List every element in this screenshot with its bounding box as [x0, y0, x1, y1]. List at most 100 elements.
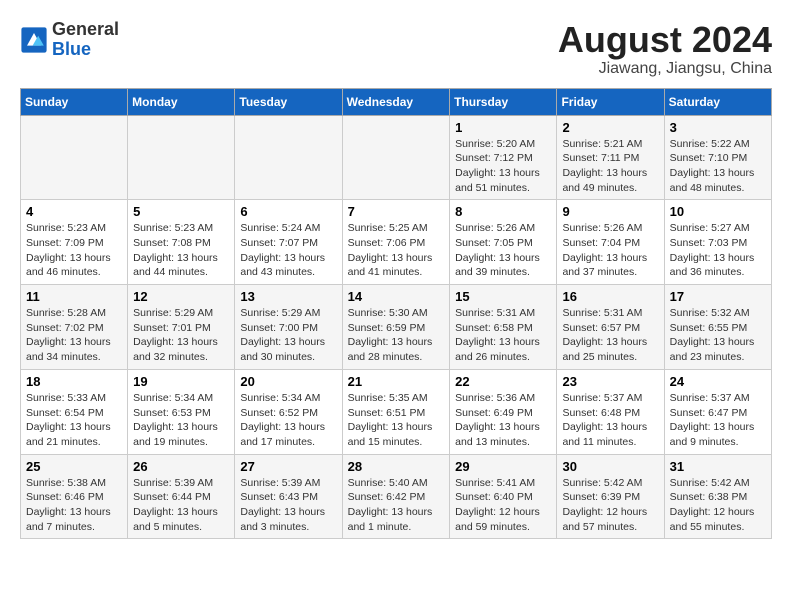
day-info: Sunrise: 5:26 AM Sunset: 7:05 PM Dayligh…: [455, 221, 551, 280]
day-info: Sunrise: 5:36 AM Sunset: 6:49 PM Dayligh…: [455, 391, 551, 450]
day-number: 26: [133, 459, 229, 474]
day-info: Sunrise: 5:31 AM Sunset: 6:57 PM Dayligh…: [562, 306, 658, 365]
calendar-week-row: 4 Sunrise: 5:23 AM Sunset: 7:09 PM Daylig…: [21, 200, 772, 285]
day-info: Sunrise: 5:27 AM Sunset: 7:03 PM Dayligh…: [670, 221, 766, 280]
location: Jiawang, Jiangsu, China: [558, 60, 772, 78]
calendar-cell: 9Sunrise: 5:26 AM Sunset: 7:04 PM Daylig…: [557, 200, 664, 285]
day-info: Sunrise: 5:29 AM Sunset: 7:00 PM Dayligh…: [240, 306, 336, 365]
day-number: 8: [455, 204, 551, 219]
day-number: 4: [26, 204, 122, 219]
calendar-cell: 29 Sunrise: 5:41 AM Sunset: 6:40 PM Dayli…: [450, 454, 557, 539]
day-info: Sunrise: 5:40 AM Sunset: 6:42 PM Dayligh…: [348, 476, 445, 535]
calendar-cell: 26 Sunrise: 5:39 AM Sunset: 6:44 PM Dayli…: [128, 454, 235, 539]
day-number: 3: [670, 120, 766, 135]
weekday-header: Friday: [557, 88, 664, 115]
weekday-header-row: SundayMondayTuesdayWednesdayThursdayFrid…: [21, 88, 772, 115]
calendar-cell: 6Sunrise: 5:24 AM Sunset: 7:07 PM Daylig…: [235, 200, 342, 285]
day-number: 11: [26, 289, 122, 304]
calendar-cell: 16 Sunrise: 5:31 AM Sunset: 6:57 PM Dayli…: [557, 285, 664, 370]
calendar-cell: 19 Sunrise: 5:34 AM Sunset: 6:53 PM Dayli…: [128, 369, 235, 454]
day-info: Sunrise: 5:41 AM Sunset: 6:40 PM Dayligh…: [455, 476, 551, 535]
day-info: Sunrise: 5:39 AM Sunset: 6:43 PM Dayligh…: [240, 476, 336, 535]
day-number: 14: [348, 289, 445, 304]
month-year: August 2024: [558, 20, 772, 60]
day-info: Sunrise: 5:38 AM Sunset: 6:46 PM Dayligh…: [26, 476, 122, 535]
calendar-week-row: 18Sunrise: 5:33 AM Sunset: 6:54 PM Dayli…: [21, 369, 772, 454]
day-number: 22: [455, 374, 551, 389]
calendar-cell: 5 Sunrise: 5:23 AM Sunset: 7:08 PM Daylig…: [128, 200, 235, 285]
calendar-week-row: 11Sunrise: 5:28 AM Sunset: 7:02 PM Dayli…: [21, 285, 772, 370]
day-info: Sunrise: 5:35 AM Sunset: 6:51 PM Dayligh…: [348, 391, 445, 450]
logo-blue: Blue: [52, 40, 119, 60]
day-number: 10: [670, 204, 766, 219]
day-info: Sunrise: 5:39 AM Sunset: 6:44 PM Dayligh…: [133, 476, 229, 535]
calendar-cell: 30 Sunrise: 5:42 AM Sunset: 6:39 PM Dayli…: [557, 454, 664, 539]
day-info: Sunrise: 5:24 AM Sunset: 7:07 PM Dayligh…: [240, 221, 336, 280]
calendar-cell: [235, 115, 342, 200]
day-info: Sunrise: 5:21 AM Sunset: 7:11 PM Dayligh…: [562, 137, 658, 196]
calendar-cell: 8 Sunrise: 5:26 AM Sunset: 7:05 PM Daylig…: [450, 200, 557, 285]
calendar-cell: [128, 115, 235, 200]
page-header: General Blue August 2024 Jiawang, Jiangs…: [20, 20, 772, 78]
calendar-cell: 10 Sunrise: 5:27 AM Sunset: 7:03 PM Dayli…: [664, 200, 771, 285]
calendar-cell: 2Sunrise: 5:21 AM Sunset: 7:11 PM Daylig…: [557, 115, 664, 200]
calendar-cell: 20 Sunrise: 5:34 AM Sunset: 6:52 PM Dayli…: [235, 369, 342, 454]
weekday-header: Wednesday: [342, 88, 450, 115]
day-number: 7: [348, 204, 445, 219]
day-number: 20: [240, 374, 336, 389]
day-info: Sunrise: 5:42 AM Sunset: 6:38 PM Dayligh…: [670, 476, 766, 535]
day-number: 19: [133, 374, 229, 389]
day-number: 15: [455, 289, 551, 304]
day-number: 5: [133, 204, 229, 219]
calendar-cell: 7 Sunrise: 5:25 AM Sunset: 7:06 PM Daylig…: [342, 200, 450, 285]
day-info: Sunrise: 5:37 AM Sunset: 6:48 PM Dayligh…: [562, 391, 658, 450]
day-number: 9: [562, 204, 658, 219]
logo-text: General Blue: [52, 20, 119, 60]
day-info: Sunrise: 5:30 AM Sunset: 6:59 PM Dayligh…: [348, 306, 445, 365]
day-info: Sunrise: 5:31 AM Sunset: 6:58 PM Dayligh…: [455, 306, 551, 365]
day-number: 24: [670, 374, 766, 389]
day-number: 29: [455, 459, 551, 474]
day-info: Sunrise: 5:34 AM Sunset: 6:53 PM Dayligh…: [133, 391, 229, 450]
day-number: 30: [562, 459, 658, 474]
day-info: Sunrise: 5:42 AM Sunset: 6:39 PM Dayligh…: [562, 476, 658, 535]
day-info: Sunrise: 5:23 AM Sunset: 7:09 PM Dayligh…: [26, 221, 122, 280]
calendar-cell: 3 Sunrise: 5:22 AM Sunset: 7:10 PM Daylig…: [664, 115, 771, 200]
calendar-cell: 1Sunrise: 5:20 AM Sunset: 7:12 PM Daylig…: [450, 115, 557, 200]
day-number: 28: [348, 459, 445, 474]
calendar-cell: 24 Sunrise: 5:37 AM Sunset: 6:47 PM Dayli…: [664, 369, 771, 454]
day-number: 31: [670, 459, 766, 474]
calendar-cell: 13Sunrise: 5:29 AM Sunset: 7:00 PM Dayli…: [235, 285, 342, 370]
weekday-header: Monday: [128, 88, 235, 115]
calendar-cell: 28 Sunrise: 5:40 AM Sunset: 6:42 PM Dayli…: [342, 454, 450, 539]
calendar-cell: [342, 115, 450, 200]
day-number: 16: [562, 289, 658, 304]
calendar-cell: 23 Sunrise: 5:37 AM Sunset: 6:48 PM Dayli…: [557, 369, 664, 454]
day-info: Sunrise: 5:34 AM Sunset: 6:52 PM Dayligh…: [240, 391, 336, 450]
day-number: 23: [562, 374, 658, 389]
weekday-header: Thursday: [450, 88, 557, 115]
day-info: Sunrise: 5:23 AM Sunset: 7:08 PM Dayligh…: [133, 221, 229, 280]
calendar-cell: [21, 115, 128, 200]
day-number: 25: [26, 459, 122, 474]
weekday-header: Tuesday: [235, 88, 342, 115]
day-info: Sunrise: 5:25 AM Sunset: 7:06 PM Dayligh…: [348, 221, 445, 280]
day-info: Sunrise: 5:29 AM Sunset: 7:01 PM Dayligh…: [133, 306, 229, 365]
calendar-cell: 12Sunrise: 5:29 AM Sunset: 7:01 PM Dayli…: [128, 285, 235, 370]
calendar-cell: 27Sunrise: 5:39 AM Sunset: 6:43 PM Dayli…: [235, 454, 342, 539]
calendar: SundayMondayTuesdayWednesdayThursdayFrid…: [20, 88, 772, 540]
calendar-cell: 22 Sunrise: 5:36 AM Sunset: 6:49 PM Dayli…: [450, 369, 557, 454]
calendar-cell: 4 Sunrise: 5:23 AM Sunset: 7:09 PM Daylig…: [21, 200, 128, 285]
calendar-cell: 18Sunrise: 5:33 AM Sunset: 6:54 PM Dayli…: [21, 369, 128, 454]
calendar-cell: 25 Sunrise: 5:38 AM Sunset: 6:46 PM Dayli…: [21, 454, 128, 539]
day-info: Sunrise: 5:22 AM Sunset: 7:10 PM Dayligh…: [670, 137, 766, 196]
title-block: August 2024 Jiawang, Jiangsu, China: [558, 20, 772, 78]
weekday-header: Saturday: [664, 88, 771, 115]
logo-general: General: [52, 20, 119, 40]
calendar-week-row: 25 Sunrise: 5:38 AM Sunset: 6:46 PM Dayli…: [21, 454, 772, 539]
day-info: Sunrise: 5:37 AM Sunset: 6:47 PM Dayligh…: [670, 391, 766, 450]
day-info: Sunrise: 5:32 AM Sunset: 6:55 PM Dayligh…: [670, 306, 766, 365]
calendar-cell: 31 Sunrise: 5:42 AM Sunset: 6:38 PM Dayli…: [664, 454, 771, 539]
logo: General Blue: [20, 20, 119, 60]
day-number: 18: [26, 374, 122, 389]
